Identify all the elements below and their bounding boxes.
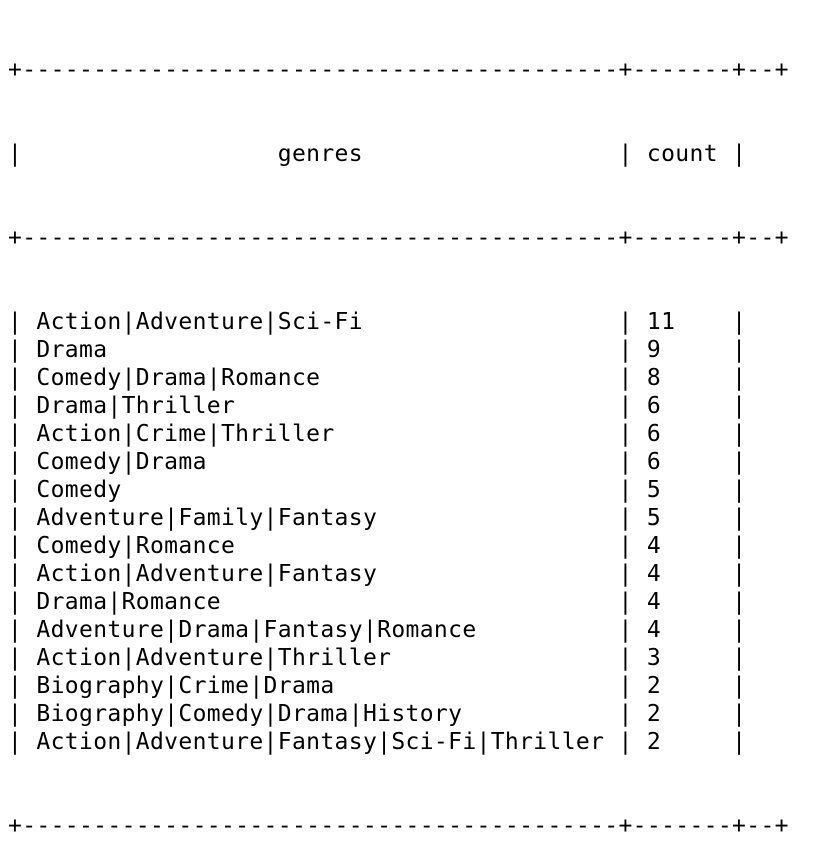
cell-genres: Drama|Romance <box>36 589 221 615</box>
table-row: | Adventure|Family|Fantasy | 5 | <box>8 505 747 531</box>
cell-genres: Drama|Thriller <box>36 393 236 419</box>
cell-count: 2 <box>646 701 662 727</box>
cell-genres: Comedy|Romance <box>36 533 236 559</box>
cell-count: 6 <box>646 421 662 447</box>
table-row: | Adventure|Drama|Fantasy|Romance | 4 | <box>8 617 747 643</box>
cell-count: 6 <box>646 449 662 475</box>
cell-genres: Adventure|Family|Fantasy <box>36 505 378 531</box>
table-row: | Drama|Thriller | 6 | <box>8 393 747 419</box>
table-header-border: +---------------------------------------… <box>8 225 789 251</box>
table-row: | Comedy|Romance | 4 | <box>8 533 747 559</box>
cell-count: 5 <box>646 477 662 503</box>
cell-count: 9 <box>646 337 662 363</box>
table-row: | Action|Crime|Thriller | 6 | <box>8 421 747 447</box>
table-bottom-border: +---------------------------------------… <box>8 813 789 839</box>
cell-count: 5 <box>646 505 662 531</box>
column-header-count: count <box>646 141 718 167</box>
cell-genres: Action|Adventure|Fantasy <box>36 561 378 587</box>
table-row: | Biography|Crime|Drama | 2 | <box>8 673 747 699</box>
cell-genres: Comedy <box>36 477 122 503</box>
table-row: | Comedy|Drama | 6 | <box>8 449 747 475</box>
table-row: | Drama|Romance | 4 | <box>8 589 747 615</box>
table-header-row: | genres | count | <box>8 141 747 167</box>
cell-genres: Comedy|Drama <box>36 449 207 475</box>
column-header-genres: genres <box>277 141 363 167</box>
table-row: | Comedy|Drama|Romance | 8 | <box>8 365 747 391</box>
table-row: | Action|Adventure|Fantasy | 4 | <box>8 561 747 587</box>
table-row: | Action|Adventure|Sci-Fi | 11 | <box>8 309 747 335</box>
table-top-border: +---------------------------------------… <box>8 57 789 83</box>
cell-genres: Biography|Crime|Drama <box>36 673 335 699</box>
table-row: | Action|Adventure|Fantasy|Sci-Fi|Thrill… <box>8 729 747 755</box>
table-body: | Action|Adventure|Sci-Fi | 11 | | Drama … <box>8 308 789 756</box>
cell-genres: Action|Adventure|Fantasy|Sci-Fi|Thriller <box>36 729 605 755</box>
cell-genres: Action|Crime|Thriller <box>36 421 335 447</box>
cell-count: 2 <box>646 673 662 699</box>
table-row: | Action|Adventure|Thriller | 3 | <box>8 645 747 671</box>
cell-count: 4 <box>646 617 662 643</box>
cell-genres: Comedy|Drama|Romance <box>36 365 321 391</box>
table-row: | Biography|Comedy|Drama|History | 2 | <box>8 701 747 727</box>
cell-genres: Action|Adventure|Sci-Fi <box>36 309 363 335</box>
cell-count: 6 <box>646 393 662 419</box>
cell-count: 8 <box>646 365 662 391</box>
table-row: | Drama | 9 | <box>8 337 747 363</box>
cell-genres: Action|Adventure|Thriller <box>36 645 392 671</box>
cell-count: 2 <box>646 729 662 755</box>
cell-count: 4 <box>646 589 662 615</box>
cell-count: 4 <box>646 533 662 559</box>
cell-count: 3 <box>646 645 662 671</box>
cell-count: 11 <box>646 309 676 335</box>
cell-genres: Drama <box>36 337 108 363</box>
cell-count: 4 <box>646 561 662 587</box>
terminal-output: +---------------------------------------… <box>8 0 789 868</box>
cell-genres: Biography|Comedy|Drama|History <box>36 701 463 727</box>
table-row: | Comedy | 5 | <box>8 477 747 503</box>
cell-genres: Adventure|Drama|Fantasy|Romance <box>36 617 477 643</box>
